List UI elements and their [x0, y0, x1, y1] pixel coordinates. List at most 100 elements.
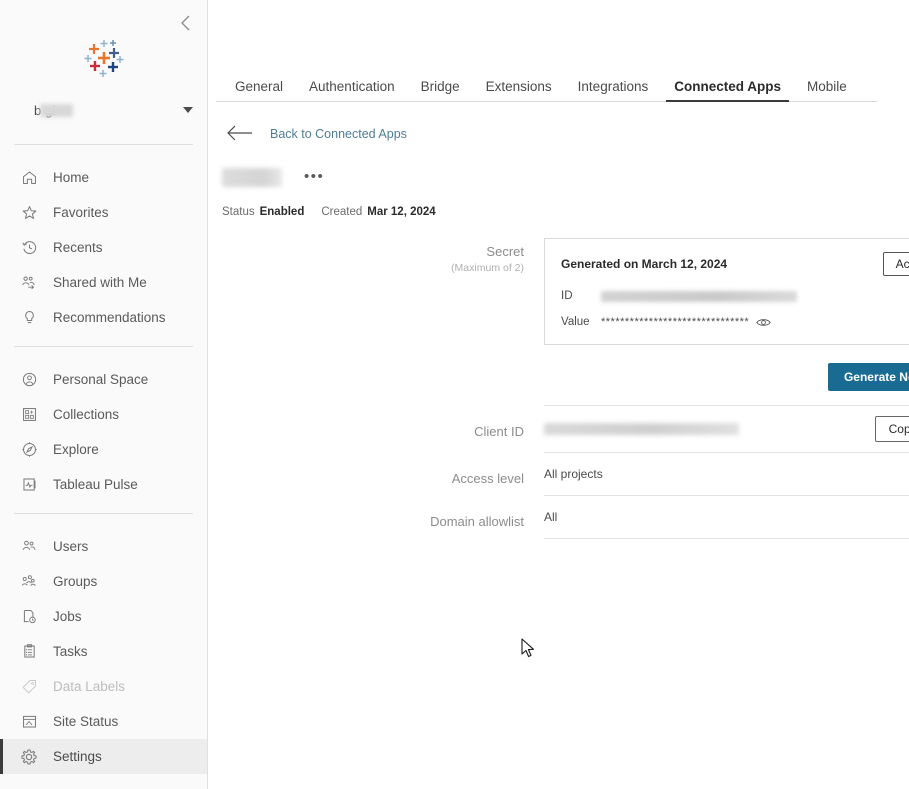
client-id-label-text: Client ID [474, 424, 524, 439]
collections-grid-icon [18, 405, 40, 425]
tab-general[interactable]: General [222, 79, 296, 102]
domain-allowlist-row: Domain allowlist All [222, 496, 909, 539]
sidebar-item-label: Personal Space [53, 372, 149, 387]
pulse-icon [18, 475, 40, 495]
access-level-row: Access level All projects [222, 453, 909, 496]
tag-icon [18, 677, 40, 697]
people-share-icon [18, 273, 40, 293]
sidebar-item-recommendations[interactable]: Recommendations [0, 300, 207, 335]
back-to-connected-apps-link[interactable]: Back to Connected Apps [208, 124, 909, 144]
sidebar-item-label: Shared with Me [53, 275, 147, 290]
tab-mobile[interactable]: Mobile [794, 79, 860, 102]
tab-integrations[interactable]: Integrations [565, 79, 662, 102]
compass-icon [18, 440, 40, 460]
sidebar-item-label: Data Labels [53, 679, 126, 694]
sidebar-item-personal-space[interactable]: Personal Space [0, 362, 207, 397]
sidebar-item-shared-with-me[interactable]: Shared with Me [0, 265, 207, 300]
domain-allowlist-label: Domain allowlist [222, 496, 544, 539]
sidebar-divider-3 [14, 513, 193, 514]
sidebar-item-tasks[interactable]: Tasks [0, 634, 207, 669]
lightbulb-icon [18, 308, 40, 328]
sidebar: b gi Home Favorites [0, 0, 208, 789]
sidebar-item-jobs[interactable]: Jobs [0, 599, 207, 634]
gear-icon [18, 747, 40, 767]
generate-new-secret-button[interactable]: Generate New Secret [827, 363, 909, 391]
sidebar-item-label: Recents [53, 240, 103, 255]
sidebar-item-groups[interactable]: Groups [0, 564, 207, 599]
back-link-label: Back to Connected Apps [270, 127, 407, 141]
sidebar-item-label: Collections [53, 407, 120, 422]
sidebar-group-primary: Home Favorites Recents Shared with Me Re… [0, 156, 207, 335]
connected-app-title-row: ••• [208, 164, 909, 190]
client-id-value-area: Copy Client ID [544, 406, 909, 453]
secret-id-value [601, 290, 797, 302]
sidebar-collapse-button[interactable] [173, 10, 199, 36]
access-level-value: All projects [544, 467, 603, 481]
mouse-cursor [521, 638, 537, 665]
secret-row: Secret (Maximum of 2) Generated on March… [222, 238, 909, 406]
tab-authentication[interactable]: Authentication [296, 79, 408, 102]
sidebar-item-label: Users [53, 539, 89, 554]
domain-allowlist-label-text: Domain allowlist [430, 514, 524, 529]
access-level-label-text: Access level [451, 471, 524, 486]
domain-allowlist-value-area: All [544, 496, 909, 539]
tasks-clipboard-icon [18, 642, 40, 662]
connected-app-meta: Status Enabled Created Mar 12, 2024 [208, 206, 909, 218]
sidebar-item-label: Settings [53, 749, 102, 764]
connected-app-form: Secret (Maximum of 2) Generated on March… [208, 238, 909, 539]
home-icon [18, 168, 40, 188]
domain-allowlist-value: All [544, 510, 558, 524]
client-id-value [544, 423, 739, 435]
main-content: General Authentication Bridge Extensions… [208, 0, 909, 789]
secret-value-area: Generated on March 12, 2024 Actions ID V… [544, 238, 909, 406]
sidebar-item-recents[interactable]: Recents [0, 230, 207, 265]
sidebar-item-label: Tasks [53, 644, 88, 659]
access-level-label: Access level [222, 453, 544, 496]
sidebar-item-home[interactable]: Home [0, 160, 207, 195]
sidebar-item-users[interactable]: Users [0, 529, 207, 564]
tab-connected-apps[interactable]: Connected Apps [661, 79, 794, 102]
copy-client-id-button[interactable]: Copy Client ID [874, 416, 909, 442]
sidebar-divider [14, 144, 193, 145]
client-id-line: Copy Client ID [544, 406, 909, 452]
tableau-logo-icon [84, 40, 123, 77]
sidebar-group-admin: Users Groups Jobs Tasks Data Labels Site… [0, 525, 207, 774]
generate-secret-row: Generate New Secret [544, 363, 909, 391]
secret-label-text: Secret [486, 244, 524, 259]
secret-label: Secret (Maximum of 2) [222, 238, 544, 406]
site-name: b gi [34, 103, 73, 118]
overflow-menu-button[interactable]: ••• [304, 169, 324, 184]
sidebar-item-settings[interactable]: Settings [0, 739, 207, 774]
sidebar-item-site-status[interactable]: Site Status [0, 704, 207, 739]
sidebar-item-collections[interactable]: Collections [0, 397, 207, 432]
secret-generated-on: Generated on March 12, 2024 [561, 257, 728, 271]
secret-card: Generated on March 12, 2024 Actions ID V… [544, 238, 909, 345]
sidebar-item-label: Jobs [53, 609, 82, 624]
secret-card-header: Generated on March 12, 2024 Actions [561, 252, 909, 276]
secret-id-row: ID [561, 290, 909, 302]
status-label: Status [222, 206, 255, 218]
star-icon [18, 203, 40, 223]
jobs-clock-icon [18, 607, 40, 627]
eye-icon[interactable] [756, 317, 771, 328]
site-name-redaction [40, 103, 73, 117]
section-divider-4 [544, 538, 909, 539]
secret-value-label: Value [561, 316, 590, 328]
tab-extensions[interactable]: Extensions [473, 79, 565, 102]
tab-bridge[interactable]: Bridge [408, 79, 473, 102]
access-level-value-area: All projects [544, 453, 909, 496]
settings-tabbar: General Authentication Bridge Extensions… [208, 72, 909, 102]
sidebar-item-explore[interactable]: Explore [0, 432, 207, 467]
site-status-icon [18, 712, 40, 732]
sidebar-item-label: Groups [53, 574, 98, 589]
sidebar-item-tableau-pulse[interactable]: Tableau Pulse [0, 467, 207, 502]
sidebar-item-label: Tableau Pulse [53, 477, 138, 492]
client-id-row: Client ID Copy Client ID [222, 406, 909, 453]
secret-id-label: ID [561, 290, 573, 302]
sidebar-divider-2 [14, 346, 193, 347]
site-selector[interactable]: b gi [0, 96, 207, 124]
sidebar-item-favorites[interactable]: Favorites [0, 195, 207, 230]
secret-actions-button[interactable]: Actions [882, 252, 909, 276]
secret-value-row: Value ******************************* [561, 316, 909, 328]
access-level-line: All projects [544, 453, 909, 495]
